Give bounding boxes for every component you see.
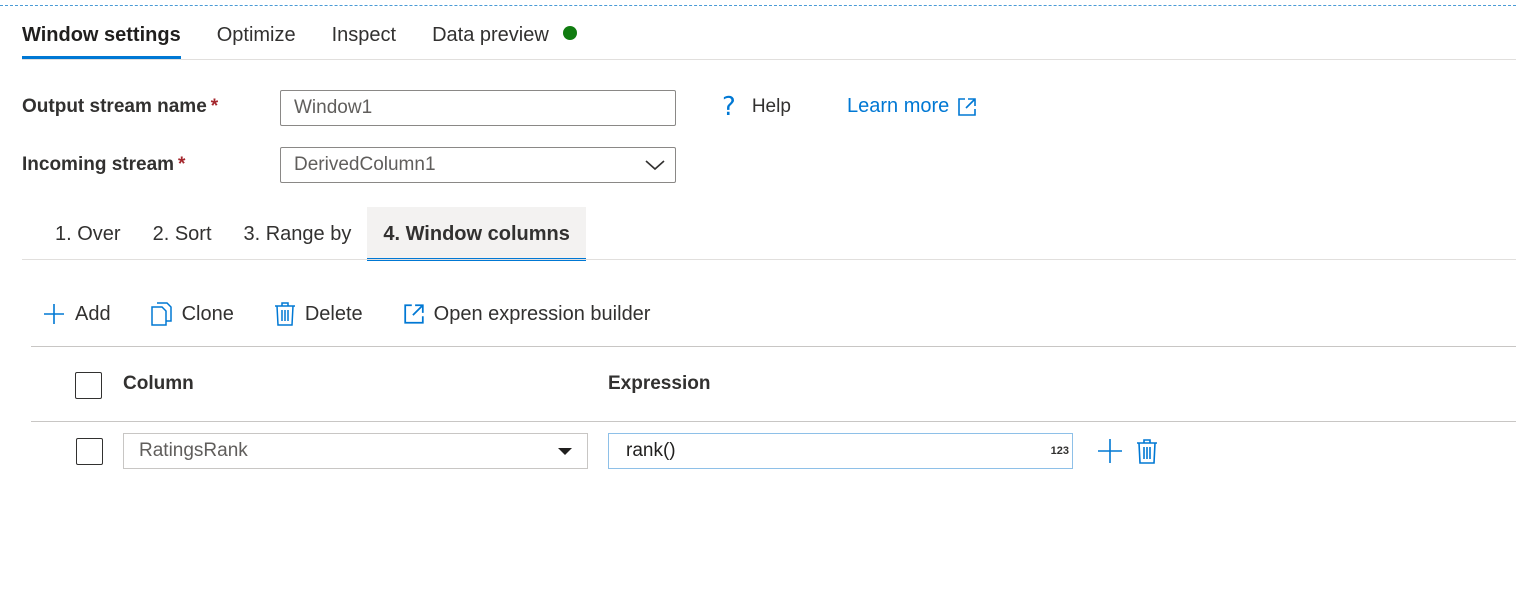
help-label: Help [751,96,791,117]
tab-window-columns[interactable]: 4. Window columns [367,207,586,261]
clone-button[interactable]: Clone [150,302,234,326]
tab-inspect[interactable]: Inspect [332,18,396,60]
tab-sort[interactable]: 2. Sort [137,207,228,259]
tab-label: 4. Window columns [383,223,570,245]
top-dashed-border [0,5,1516,6]
tab-optimize[interactable]: Optimize [217,18,296,60]
column-name-value: RatingsRank [139,440,248,461]
tab-data-preview[interactable]: Data preview [432,18,577,60]
column-name-dropdown[interactable]: RatingsRank [123,433,588,469]
columns-toolbar: Add Clone Delete Open expression builder [42,296,690,332]
trash-icon [274,302,295,326]
external-link-icon [958,97,977,116]
sub-tab-bar: 1. Over 2. Sort 3. Range by 4. Window co… [22,207,586,261]
expression-input[interactable]: rank() 123 [608,433,1073,469]
tab-window-settings[interactable]: Window settings [22,18,181,60]
tab-label: 1. Over [55,223,121,245]
caret-down-icon [558,448,572,455]
incoming-stream-value: DerivedColumn1 [294,154,436,175]
external-link-icon [403,304,424,324]
chevron-down-icon [645,160,665,171]
output-stream-name-value: Window1 [294,97,373,118]
toolbar-divider [31,346,1516,347]
header-divider [31,421,1516,422]
column-header: Column [123,373,194,394]
tab-label: 2. Sort [152,223,212,245]
required-mark: * [178,154,186,175]
incoming-stream-label-text: Incoming stream [22,154,175,175]
question-mark-icon: ? [722,92,736,122]
tab-label: Window settings [22,24,181,46]
clone-label: Clone [181,302,234,325]
tab-label: Inspect [331,24,397,46]
main-tab-bar: Window settings Optimize Inspect Data pr… [22,18,613,60]
status-dot-icon [562,26,577,40]
expression-value: rank() [626,440,676,461]
add-row-icon[interactable] [1097,438,1123,464]
incoming-stream-label: Incoming stream * [22,154,185,176]
output-stream-name-input[interactable]: Window1 [280,90,676,126]
row-checkbox[interactable] [76,438,103,465]
output-stream-label-text: Output stream name [22,96,207,117]
add-label: Add [75,302,111,325]
number-type-badge: 123 [1050,445,1069,457]
help-button[interactable]: ? Help [722,92,791,122]
delete-row-icon[interactable] [1136,438,1158,464]
tab-label: Data preview [432,24,549,46]
open-expression-builder-button[interactable]: Open expression builder [403,302,651,326]
tab-over[interactable]: 1. Over [22,207,137,259]
expression-header: Expression [608,373,711,394]
tab-divider [22,59,1516,60]
clone-icon [150,302,172,326]
plus-icon [44,304,64,324]
output-stream-label: Output stream name * [22,96,218,118]
delete-button[interactable]: Delete [274,302,363,326]
tab-label: Optimize [216,24,296,46]
required-mark: * [210,96,219,117]
learn-more-link[interactable]: Learn more [847,95,977,118]
open-expression-builder-label: Open expression builder [433,302,651,325]
incoming-stream-dropdown[interactable]: DerivedColumn1 [280,147,676,183]
tab-range-by[interactable]: 3. Range by [228,207,368,259]
tab-label: 3. Range by [243,223,352,245]
learn-more-label: Learn more [847,95,950,117]
delete-label: Delete [304,302,363,325]
select-all-checkbox[interactable] [75,372,102,399]
add-button[interactable]: Add [42,302,111,326]
sub-tab-divider [22,259,1516,260]
